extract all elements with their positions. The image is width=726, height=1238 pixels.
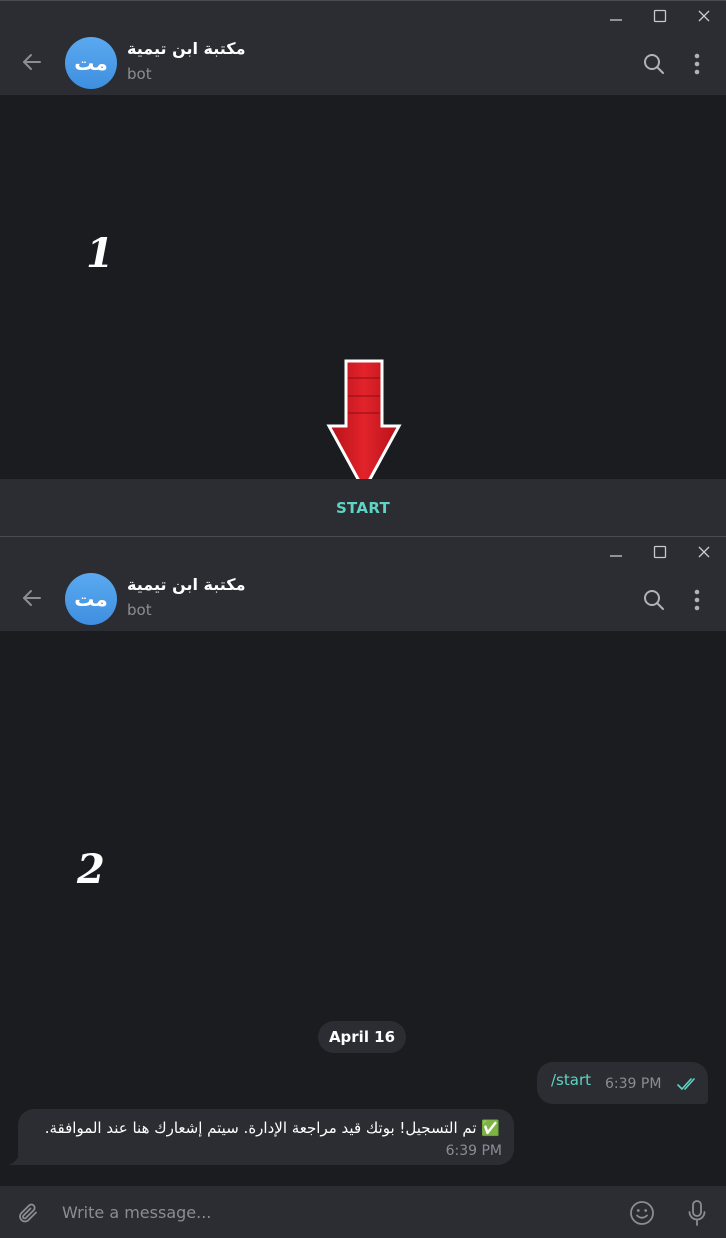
chat-title[interactable]: مكتبة ابن تيمية xyxy=(127,575,246,594)
chat-status: bot xyxy=(127,65,152,83)
close-icon xyxy=(698,546,710,557)
search-icon xyxy=(644,54,664,74)
minimize-icon xyxy=(610,18,622,21)
telegram-window-step-1: مت مكتبة ابن تيمية bot 1 START xyxy=(0,0,726,536)
back-button[interactable] xyxy=(14,44,50,80)
red-arrow-down-icon xyxy=(326,359,402,494)
chat-message-area: 2 April 16 /start 6:39 PM ✅ تم التسجيل! … xyxy=(0,631,726,1186)
more-vertical-icon xyxy=(694,53,700,75)
message-input[interactable] xyxy=(62,1198,602,1226)
incoming-message-bubble[interactable]: ✅ تم التسجيل! بوتك قيد مراجعة الإدارة. س… xyxy=(8,1109,514,1165)
search-icon xyxy=(644,590,664,610)
window-titlebar xyxy=(0,0,726,29)
outgoing-message-text[interactable]: /start xyxy=(551,1071,591,1089)
more-options-button[interactable] xyxy=(684,584,710,616)
double-check-icon xyxy=(677,1078,695,1090)
avatar[interactable]: مت xyxy=(65,37,117,89)
back-button[interactable] xyxy=(14,580,50,616)
paperclip-icon xyxy=(19,1203,37,1223)
maximize-icon xyxy=(653,545,667,558)
voice-message-button[interactable] xyxy=(684,1198,710,1228)
chat-title[interactable]: مكتبة ابن تيمية xyxy=(127,39,246,58)
telegram-window-step-2: مت مكتبة ابن تيمية bot 2 April 16 /start… xyxy=(0,536,726,1238)
minimize-icon xyxy=(610,554,622,557)
step-number-label: 1 xyxy=(86,230,114,277)
start-bot-button[interactable]: START xyxy=(0,479,726,536)
date-separator: April 16 xyxy=(318,1021,406,1053)
smiley-icon xyxy=(630,1201,654,1225)
start-button-label: START xyxy=(335,498,391,517)
maximize-icon xyxy=(653,9,667,22)
emoji-button[interactable] xyxy=(627,1198,657,1228)
bubble-tail xyxy=(8,1153,20,1165)
message-time: 6:39 PM xyxy=(605,1076,662,1092)
maximize-button[interactable] xyxy=(638,1,682,30)
message-time: 6:39 PM xyxy=(445,1143,502,1159)
incoming-message-text: ✅ تم التسجيل! بوتك قيد مراجعة الإدارة. س… xyxy=(44,1119,500,1137)
more-vertical-icon xyxy=(694,589,700,611)
close-icon xyxy=(698,10,710,21)
step-number-label: 2 xyxy=(77,846,105,893)
minimize-button[interactable] xyxy=(594,1,638,30)
window-titlebar xyxy=(0,536,726,565)
message-composer xyxy=(0,1186,726,1238)
close-window-button[interactable] xyxy=(682,1,726,30)
arrow-left-icon xyxy=(23,590,41,606)
microphone-icon xyxy=(688,1200,706,1226)
chat-header: مت مكتبة ابن تيمية bot xyxy=(0,29,726,95)
avatar[interactable]: مت xyxy=(65,573,117,625)
attach-button[interactable] xyxy=(14,1199,42,1227)
search-button[interactable] xyxy=(638,48,670,80)
outgoing-message-bubble[interactable]: /start 6:39 PM xyxy=(537,1062,708,1104)
more-options-button[interactable] xyxy=(684,48,710,80)
maximize-button[interactable] xyxy=(638,537,682,566)
search-button[interactable] xyxy=(638,584,670,616)
arrow-left-icon xyxy=(23,54,41,70)
close-window-button[interactable] xyxy=(682,537,726,566)
chat-status: bot xyxy=(127,601,152,619)
chat-header: مت مكتبة ابن تيمية bot xyxy=(0,565,726,631)
minimize-button[interactable] xyxy=(594,537,638,566)
